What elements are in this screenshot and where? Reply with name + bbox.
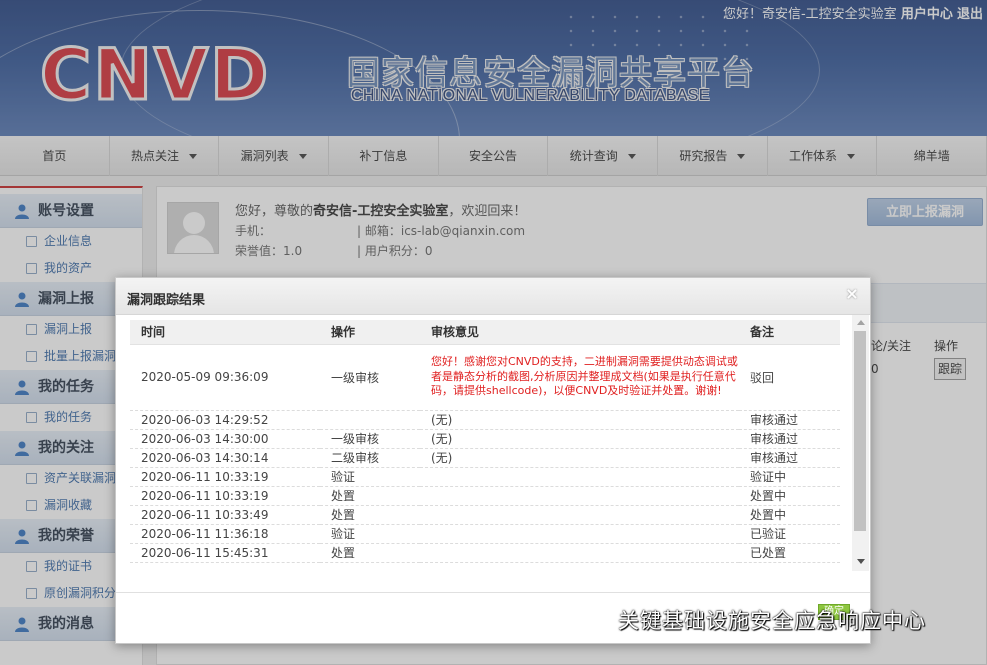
cell-action: 验证 [320, 524, 420, 544]
cell-action: 处置 [320, 543, 420, 563]
tracking-dialog: 漏洞跟踪结果 × 时间 操作 审核意见 备注 2020-05-09 09:36:… [115, 277, 871, 644]
tracking-table: 时间 操作 审核意见 备注 2020-05-09 09:36:09 一级审核 您… [130, 320, 840, 563]
cell-action: 二级审核 [320, 448, 420, 468]
cell-time: 2020-06-03 14:30:00 [130, 429, 320, 449]
table-row: 2020-06-03 14:30:14 二级审核 (无) 审核通过 [130, 448, 840, 468]
cell-remark: 审核通过 [739, 429, 840, 449]
table-header-row: 时间 操作 审核意见 备注 [130, 320, 840, 345]
cell-action: 一级审核 [320, 429, 420, 449]
cell-time: 2020-06-11 10:33:49 [130, 505, 320, 525]
table-row: 2020-06-11 10:33:49 处置 处置中 [130, 505, 840, 525]
cell-opinion: (无) [420, 410, 739, 430]
watermark: 关键基础设施安全应急响应中心 [572, 605, 926, 635]
cell-remark: 驳回 [739, 344, 840, 411]
table-row: 2020-06-11 10:33:19 验证 验证中 [130, 467, 840, 487]
cell-opinion [420, 543, 739, 563]
cell-opinion [420, 524, 739, 544]
close-icon[interactable]: × [844, 286, 860, 302]
column-header-time: 时间 [130, 320, 320, 345]
cell-time: 2020-06-03 14:29:52 [130, 410, 320, 430]
cell-opinion: 您好！感谢您对CNVD的支持，二进制漏洞需要提供动态调试或者是静态分析的截图,分… [420, 344, 739, 411]
watermark-text: 关键基础设施安全应急响应中心 [618, 609, 926, 633]
table-row: 2020-06-11 10:33:19 处置 处置中 [130, 486, 840, 506]
cell-time: 2020-06-11 10:33:19 [130, 467, 320, 487]
scrollbar[interactable] [852, 315, 869, 571]
scroll-down-arrow-icon[interactable] [857, 559, 865, 564]
cell-time: 2020-06-11 10:33:19 [130, 486, 320, 506]
cell-time: 2020-06-03 14:30:14 [130, 448, 320, 468]
cell-action: 一级审核 [320, 344, 420, 411]
column-header-remark: 备注 [739, 320, 840, 345]
cell-action: 验证 [320, 467, 420, 487]
cell-opinion [420, 505, 739, 525]
cell-opinion: (无) [420, 448, 739, 468]
cell-remark: 审核通过 [739, 448, 840, 468]
cell-remark: 已处置 [739, 543, 840, 563]
cell-time: 2020-06-11 11:36:18 [130, 524, 320, 544]
cell-remark: 验证中 [739, 467, 840, 487]
table-row: 2020-06-03 14:29:52 (无) 审核通过 [130, 410, 840, 430]
cell-remark: 处置中 [739, 505, 840, 525]
cell-action: 处置 [320, 486, 420, 506]
dialog-header: 漏洞跟踪结果 × [116, 278, 870, 315]
cell-time: 2020-05-09 09:36:09 [130, 344, 320, 411]
cell-remark: 已验证 [739, 524, 840, 544]
cell-opinion [420, 467, 739, 487]
cell-opinion [420, 486, 739, 506]
table-row: 2020-06-11 11:36:18 验证 已验证 [130, 524, 840, 544]
dialog-divider [116, 592, 870, 593]
cell-action: 处置 [320, 505, 420, 525]
cell-remark: 审核通过 [739, 410, 840, 430]
cell-action [320, 410, 420, 430]
scrollbar-thumb[interactable] [854, 331, 866, 531]
table-row: 2020-06-03 14:30:00 一级审核 (无) 审核通过 [130, 429, 840, 449]
scroll-up-arrow-icon[interactable] [857, 320, 865, 325]
cell-time: 2020-06-11 15:45:31 [130, 543, 320, 563]
table-row: 2020-05-09 09:36:09 一级审核 您好！感谢您对CNVD的支持，… [130, 344, 840, 411]
cell-opinion: (无) [420, 429, 739, 449]
table-row: 2020-06-11 15:45:31 处置 已处置 [130, 543, 840, 563]
tracking-table-wrapper: 时间 操作 审核意见 备注 2020-05-09 09:36:09 一级审核 您… [130, 320, 840, 573]
column-header-opinion: 审核意见 [420, 320, 739, 345]
dialog-title: 漏洞跟踪结果 [127, 293, 206, 308]
cell-remark: 处置中 [739, 486, 840, 506]
column-header-action: 操作 [320, 320, 420, 345]
wechat-icon [574, 607, 609, 632]
